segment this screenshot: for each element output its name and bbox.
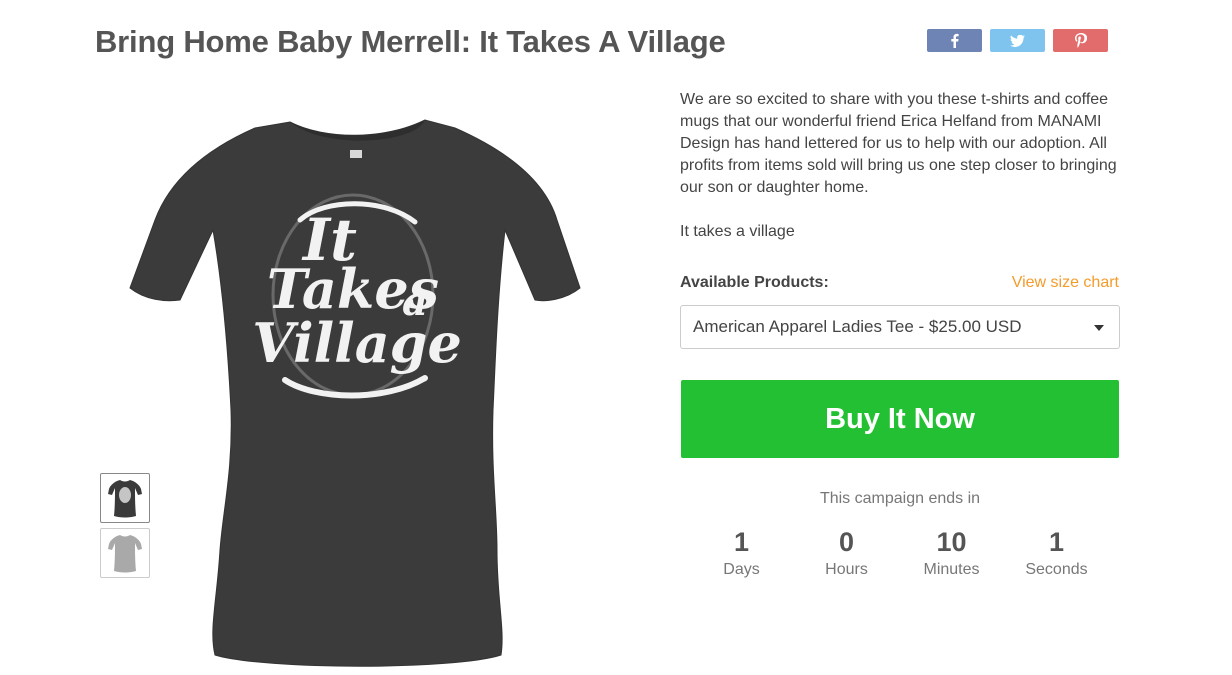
chevron-down-icon bbox=[1094, 325, 1104, 331]
countdown-minutes: 10 Minutes bbox=[899, 525, 1004, 579]
countdown-value: 0 bbox=[838, 527, 855, 557]
available-products-label: Available Products: bbox=[680, 274, 829, 291]
description-paragraph: We are so excited to share with you thes… bbox=[680, 91, 1117, 196]
countdown-unit: Minutes bbox=[923, 561, 980, 578]
product-select[interactable]: American Apparel Ladies Tee - $25.00 USD bbox=[680, 305, 1120, 349]
print-word-village: Village bbox=[252, 311, 462, 375]
pinterest-share-button[interactable] bbox=[1053, 29, 1108, 52]
campaign-ends-text: This campaign ends in bbox=[819, 490, 981, 507]
twitter-icon bbox=[1010, 34, 1025, 47]
buy-it-now-button[interactable]: Buy It Now bbox=[681, 380, 1119, 458]
countdown-days: 1 Days bbox=[689, 525, 794, 579]
facebook-icon bbox=[950, 33, 959, 48]
countdown-unit: Days bbox=[723, 561, 760, 578]
countdown-value: 10 bbox=[936, 527, 967, 557]
countdown-value: 1 bbox=[1048, 527, 1065, 557]
pinterest-icon bbox=[1074, 33, 1087, 48]
page-title: Bring Home Baby Merrell: It Takes A Vill… bbox=[95, 24, 726, 59]
view-size-chart-link[interactable]: View size chart bbox=[1012, 274, 1119, 292]
product-image: It Takes a Village bbox=[125, 110, 585, 675]
thumbnail-grey-tee[interactable] bbox=[100, 528, 150, 578]
thumbnail-black-tee[interactable] bbox=[100, 473, 150, 523]
facebook-share-button[interactable] bbox=[927, 29, 982, 52]
description-tagline: It takes a village bbox=[680, 223, 795, 240]
countdown-seconds: 1 Seconds bbox=[1004, 525, 1109, 579]
thumbnail-list bbox=[100, 473, 150, 583]
countdown-timer: 1 Days 0 Hours 10 Minutes 1 Seconds bbox=[689, 525, 1109, 579]
twitter-share-button[interactable] bbox=[990, 29, 1045, 52]
product-select-value: American Apparel Ladies Tee - $25.00 USD bbox=[693, 317, 1022, 336]
countdown-hours: 0 Hours bbox=[794, 525, 899, 579]
countdown-value: 1 bbox=[733, 527, 750, 557]
countdown-unit: Hours bbox=[825, 561, 868, 578]
countdown-unit: Seconds bbox=[1025, 561, 1088, 578]
product-description: We are so excited to share with you thes… bbox=[680, 89, 1120, 243]
